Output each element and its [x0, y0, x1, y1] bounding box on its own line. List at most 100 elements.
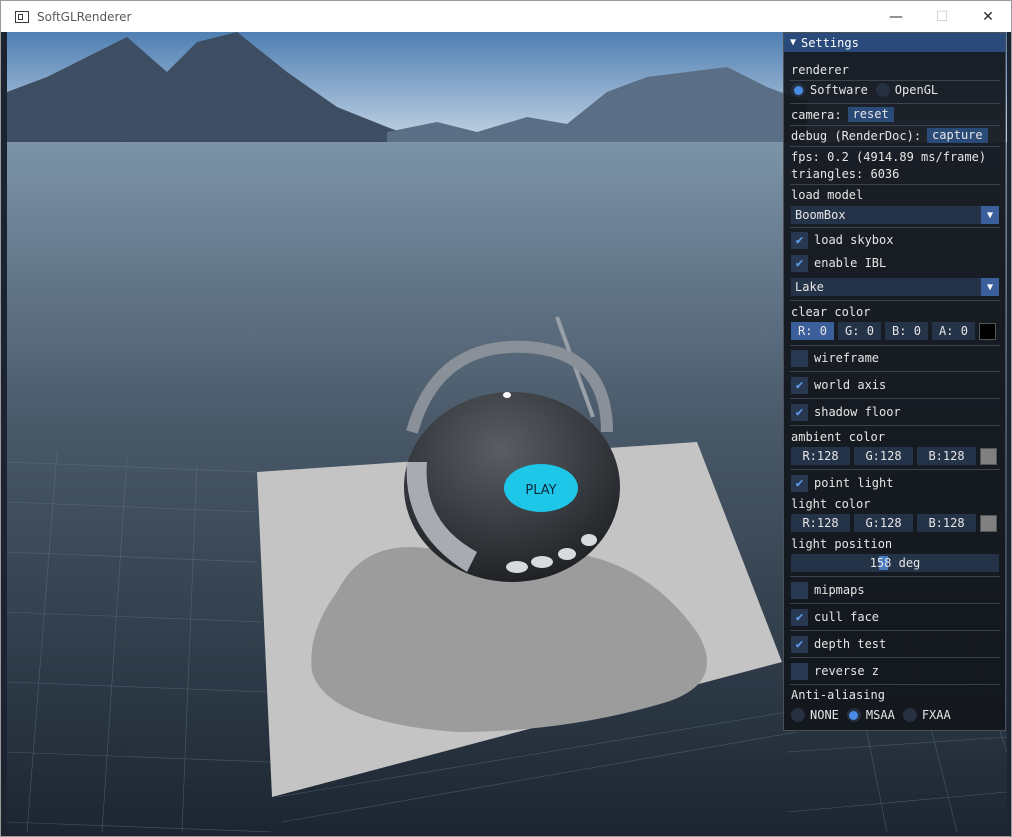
- enable-ibl-row: ✔ enable IBL: [784, 254, 1005, 272]
- clear-color-b[interactable]: B: 0: [885, 322, 928, 340]
- shadow-floor-row: ✔ shadow floor: [784, 403, 1005, 421]
- renderer-options: Software OpenGL: [784, 81, 1005, 99]
- settings-header[interactable]: ▼ Settings: [784, 33, 1005, 52]
- light-color-b[interactable]: B:128: [917, 514, 976, 532]
- clear-color-a[interactable]: A: 0: [932, 322, 975, 340]
- settings-panel: ▼ Settings renderer Software OpenGL came…: [783, 32, 1006, 731]
- camera-reset-button[interactable]: reset: [847, 107, 894, 122]
- divider: [790, 125, 1000, 126]
- point-light-checkbox[interactable]: ✔: [791, 474, 808, 492]
- divider: [790, 576, 1000, 577]
- divider: [790, 657, 1000, 658]
- cull-face-label: cull face: [814, 610, 880, 624]
- clear-color-r[interactable]: R: 0: [791, 322, 834, 340]
- radio-opengl-label: OpenGL: [894, 83, 939, 97]
- divider: [790, 603, 1000, 604]
- light-position-label: light position: [791, 536, 893, 551]
- radio-none-label: NONE: [810, 708, 839, 722]
- divider: [790, 425, 1000, 426]
- boombox-highlight: [503, 392, 511, 398]
- divider: [790, 227, 1000, 228]
- minimize-button[interactable]: —: [873, 1, 919, 32]
- wireframe-checkbox[interactable]: [791, 349, 808, 367]
- camera-label: camera:: [791, 107, 842, 122]
- close-icon: ✕: [982, 8, 994, 25]
- cull-face-row: ✔ cull face: [784, 608, 1005, 626]
- collapse-icon[interactable]: ▼: [790, 37, 796, 48]
- depth-test-row: ✔ depth test: [784, 635, 1005, 653]
- settings-title: Settings: [801, 35, 859, 50]
- shadow-floor-checkbox[interactable]: ✔: [791, 403, 808, 421]
- clear-color-g[interactable]: G: 0: [838, 322, 881, 340]
- anti-aliasing-options: NONE MSAA FXAA: [784, 706, 1005, 724]
- divider: [790, 398, 1000, 399]
- app-window: SoftGLRenderer — ☐ ✕ PLAY ▼ Settings ren…: [0, 0, 1012, 837]
- close-button[interactable]: ✕: [965, 1, 1011, 32]
- light-color-swatch[interactable]: [980, 514, 997, 532]
- light-color-r[interactable]: R:128: [791, 514, 850, 532]
- title-bar[interactable]: SoftGLRenderer — ☐ ✕: [1, 1, 1011, 32]
- load-skybox-row: ✔ load skybox: [784, 231, 1005, 249]
- ambient-color-row: R:128 G:128 B:128: [784, 446, 1005, 466]
- load-model-select[interactable]: BoomBox ▼: [791, 206, 999, 224]
- load-model-value: BoomBox: [795, 208, 846, 222]
- ambient-color-swatch[interactable]: [980, 447, 997, 465]
- maximize-icon: ☐: [935, 8, 949, 25]
- world-axis-checkbox[interactable]: ✔: [791, 376, 808, 394]
- divider: [790, 345, 1000, 346]
- debug-row: debug (RenderDoc): capture: [784, 127, 1005, 144]
- mipmaps-row: mipmaps: [784, 581, 1005, 599]
- capture-button[interactable]: capture: [927, 128, 988, 143]
- radio-msaa[interactable]: [846, 708, 861, 722]
- minimize-icon: —: [889, 8, 903, 25]
- wireframe-label: wireframe: [814, 351, 880, 365]
- radio-none[interactable]: [791, 708, 805, 722]
- light-position-value: 158 deg: [869, 556, 921, 570]
- reverse-z-label: reverse z: [814, 664, 880, 678]
- dropdown-icon: ▼: [981, 206, 999, 224]
- ambient-color-g[interactable]: G:128: [854, 447, 913, 465]
- app-icon: [15, 10, 29, 23]
- window-title: SoftGLRenderer: [37, 9, 132, 24]
- world-axis-label: world axis: [814, 378, 887, 392]
- ambient-color-r[interactable]: R:128: [791, 447, 850, 465]
- divider: [790, 184, 1000, 185]
- divider: [790, 469, 1000, 470]
- shadow-floor-label: shadow floor: [814, 405, 901, 419]
- anti-aliasing-label: Anti-aliasing: [791, 687, 885, 702]
- light-position-slider[interactable]: 158 deg: [791, 554, 999, 572]
- cull-face-checkbox[interactable]: ✔: [791, 608, 808, 626]
- radio-opengl[interactable]: [875, 83, 890, 97]
- radio-msaa-label: MSAA: [865, 708, 895, 722]
- point-light-label: point light: [814, 476, 894, 490]
- radio-fxaa[interactable]: [902, 708, 917, 722]
- reverse-z-row: reverse z: [784, 662, 1005, 680]
- light-color-g[interactable]: G:128: [854, 514, 913, 532]
- clear-color-row: R: 0 G: 0 B: 0 A: 0: [784, 321, 1005, 341]
- clear-color-label: clear color: [791, 304, 871, 319]
- wireframe-row: wireframe: [784, 349, 1005, 367]
- divider: [790, 630, 1000, 631]
- skybox-value: Lake: [795, 280, 824, 294]
- skybox-select[interactable]: Lake ▼: [791, 278, 999, 296]
- enable-ibl-checkbox[interactable]: ✔: [791, 254, 808, 272]
- renderer-label: renderer: [784, 61, 1005, 79]
- divider: [790, 300, 1000, 301]
- reverse-z-checkbox[interactable]: [791, 662, 808, 680]
- enable-ibl-label: enable IBL: [814, 256, 887, 270]
- point-light-row: ✔ point light: [784, 474, 1005, 492]
- radio-software[interactable]: [791, 83, 805, 97]
- light-color-label: light color: [791, 496, 871, 511]
- debug-label: debug (RenderDoc):: [791, 128, 922, 143]
- divider: [790, 103, 1000, 104]
- ambient-color-b[interactable]: B:128: [917, 447, 976, 465]
- depth-test-checkbox[interactable]: ✔: [791, 635, 808, 653]
- clear-color-swatch[interactable]: [979, 322, 996, 340]
- camera-row: camera: reset: [784, 106, 1005, 123]
- mipmaps-checkbox[interactable]: [791, 581, 808, 599]
- renderer-label-text: renderer: [791, 63, 849, 77]
- load-skybox-checkbox[interactable]: ✔: [791, 231, 808, 249]
- divider: [790, 684, 1000, 685]
- maximize-button[interactable]: ☐: [919, 1, 965, 32]
- load-model-row: BoomBox ▼: [784, 205, 1005, 225]
